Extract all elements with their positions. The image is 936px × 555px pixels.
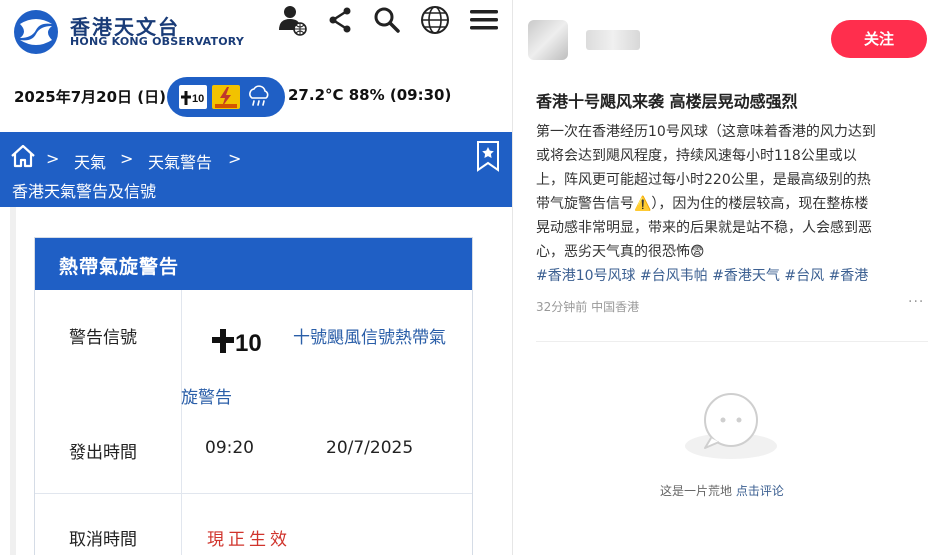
scrollbar[interactable] <box>10 207 16 555</box>
post-line: 晃动感非常明显，带来的后果就是站不稳，人会感到恶 <box>536 220 872 236</box>
breadcrumb-separator: > <box>46 149 60 168</box>
breadcrumb-separator: > <box>228 149 242 168</box>
signal-description-cont[interactable]: 旋警告 <box>181 383 232 408</box>
blurred-username[interactable] <box>586 30 640 50</box>
svg-text:10: 10 <box>235 330 262 357</box>
hashtag[interactable]: #台风 <box>784 268 824 284</box>
hashtag[interactable]: #香港10号风球 <box>536 268 636 284</box>
user-globe-icon[interactable] <box>276 4 308 36</box>
breadcrumb-weather-warnings[interactable]: 天氣警告 <box>148 149 212 173</box>
avatar[interactable] <box>528 20 568 60</box>
menu-icon[interactable] <box>468 4 500 36</box>
signal-label: 警告信號 <box>69 328 137 348</box>
thunderstorm-warning-icon <box>212 85 240 109</box>
post-line: 上，阵风更可能超过每小时220公里，是最高级别的热 <box>536 172 871 188</box>
tropical-cyclone-warning-card: 熱帶氣旋警告 警告信號 10 十號颶風信號熱帶氣 旋警告 發出時間 09:20 … <box>34 237 473 555</box>
empty-comments-icon <box>681 386 781 466</box>
hko-screenshot: 香港天文台 HONG KONG OBSERVATORY 2025年7月20日 (… <box>0 0 512 555</box>
page-title: 香港天氣警告及信號 <box>12 182 157 201</box>
svg-text:10: 10 <box>192 93 204 105</box>
hashtag[interactable]: #香港天气 <box>712 268 780 284</box>
breadcrumb-bar: > 天氣 > 天氣警告 > 香港天氣警告及信號 <box>0 132 512 207</box>
signal-10-icon: 10 <box>209 323 269 361</box>
hashtag-row: #香港10号风球 #台风韦帕 #香港天气 #台风 #香港 <box>536 264 926 288</box>
globe-icon[interactable] <box>419 4 451 36</box>
hashtag[interactable]: #香港 <box>829 268 869 284</box>
comment-link[interactable]: 点击评论 <box>736 484 784 498</box>
signal-10-icon: 10 <box>179 85 207 109</box>
post-panel: 关注 香港十号飓风来袭 高楼层晃动感强烈 第一次在香港经历10号风球（这意味着香… <box>513 0 936 555</box>
signal-description[interactable]: 十號颶風信號熱帶氣 <box>293 323 446 348</box>
more-options-icon[interactable]: ··· <box>908 294 924 310</box>
rain-cloud-icon <box>245 85 273 109</box>
search-icon[interactable] <box>372 4 402 36</box>
empty-comments-label: 这是一片荒地 <box>660 484 733 498</box>
post-body: 第一次在香港经历10号风球（这意味着香港的风力达到 或将会达到飓风程度，持续风速… <box>536 120 926 288</box>
hko-logo-icon[interactable] <box>10 8 62 56</box>
hko-logo-english: HONG KONG OBSERVATORY <box>70 35 245 48</box>
share-icon[interactable] <box>326 4 354 36</box>
post-line: 或将会达到飓风程度，持续风速每小时118公里或以 <box>536 148 857 164</box>
post-line: 心，恶劣天气真的很恐怖😨 <box>536 244 705 260</box>
breadcrumb-separator: > <box>120 149 134 168</box>
empty-comments-text: 这是一片荒地 点击评论 <box>660 482 784 499</box>
card-title: 熱帶氣旋警告 <box>35 238 472 290</box>
cancel-time-label: 取消時間 <box>69 530 137 550</box>
divider <box>536 341 928 342</box>
post-line: 第一次在香港经历10号风球（这意味着香港的风力达到 <box>536 124 876 140</box>
follow-button[interactable]: 关注 <box>831 20 927 58</box>
issue-time-label: 發出時間 <box>69 443 137 463</box>
cancel-status: 現正生效 <box>207 530 291 550</box>
post-line: 带气旋警告信号⚠️），因为住的楼层较高，现在整栋楼 <box>536 196 869 212</box>
issue-date: 20/7/2025 <box>326 438 414 458</box>
home-icon[interactable] <box>10 144 36 172</box>
current-date: 2025年7月20日 (日) <box>14 88 166 106</box>
breadcrumb-weather[interactable]: 天氣 <box>74 149 106 173</box>
temperature-humidity-time: 27.2°C 88% (09:30) <box>288 86 452 104</box>
top-toolbar <box>276 4 506 38</box>
hashtag[interactable]: #台风韦帕 <box>640 268 708 284</box>
post-title: 香港十号飓风来袭 高楼层晃动感强烈 <box>536 92 798 111</box>
bookmark-icon[interactable] <box>476 140 500 176</box>
post-meta: 32分钟前 中国香港 <box>536 300 640 314</box>
issue-time: 09:20 <box>205 438 254 458</box>
warning-icons-pill[interactable]: 10 <box>167 77 285 117</box>
